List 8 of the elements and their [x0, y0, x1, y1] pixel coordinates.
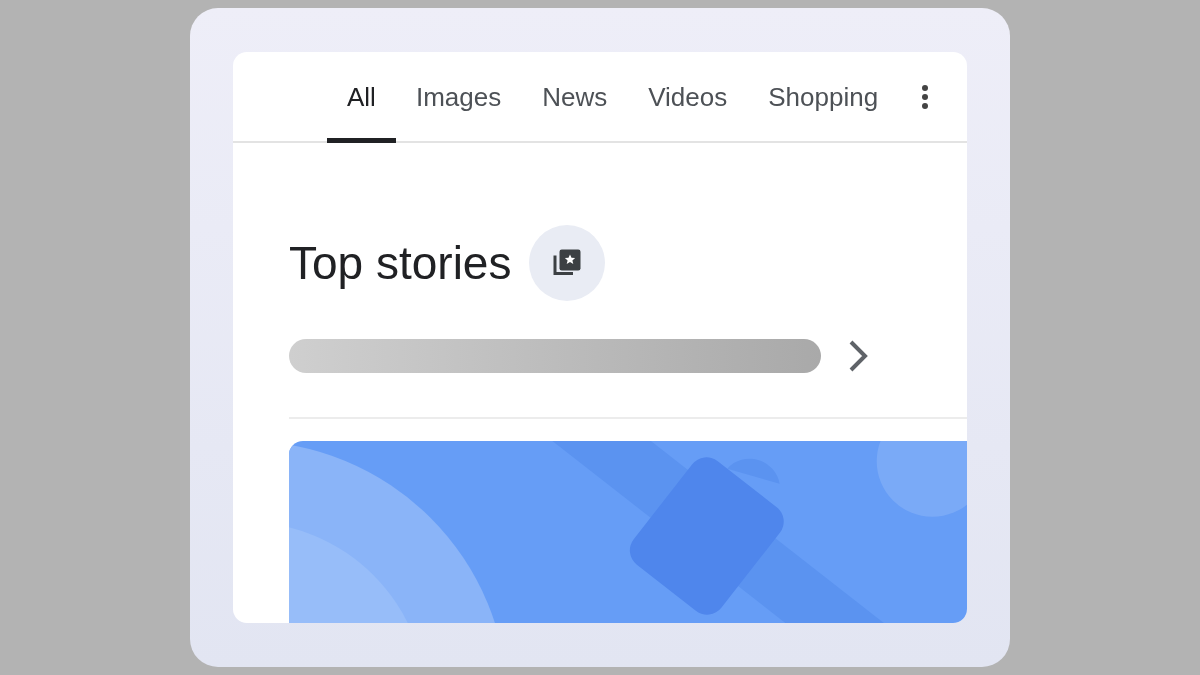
section-title: Top stories — [289, 236, 512, 290]
more-icon[interactable] — [921, 83, 930, 110]
tab[interactable]: Videos — [628, 52, 748, 143]
tab[interactable]: All — [327, 52, 396, 143]
tab[interactable]: Images — [395, 52, 522, 143]
chevron-right-icon[interactable] — [847, 339, 869, 373]
tab[interactable]: News — [522, 52, 628, 143]
tab[interactable]: Shopping — [748, 52, 899, 143]
